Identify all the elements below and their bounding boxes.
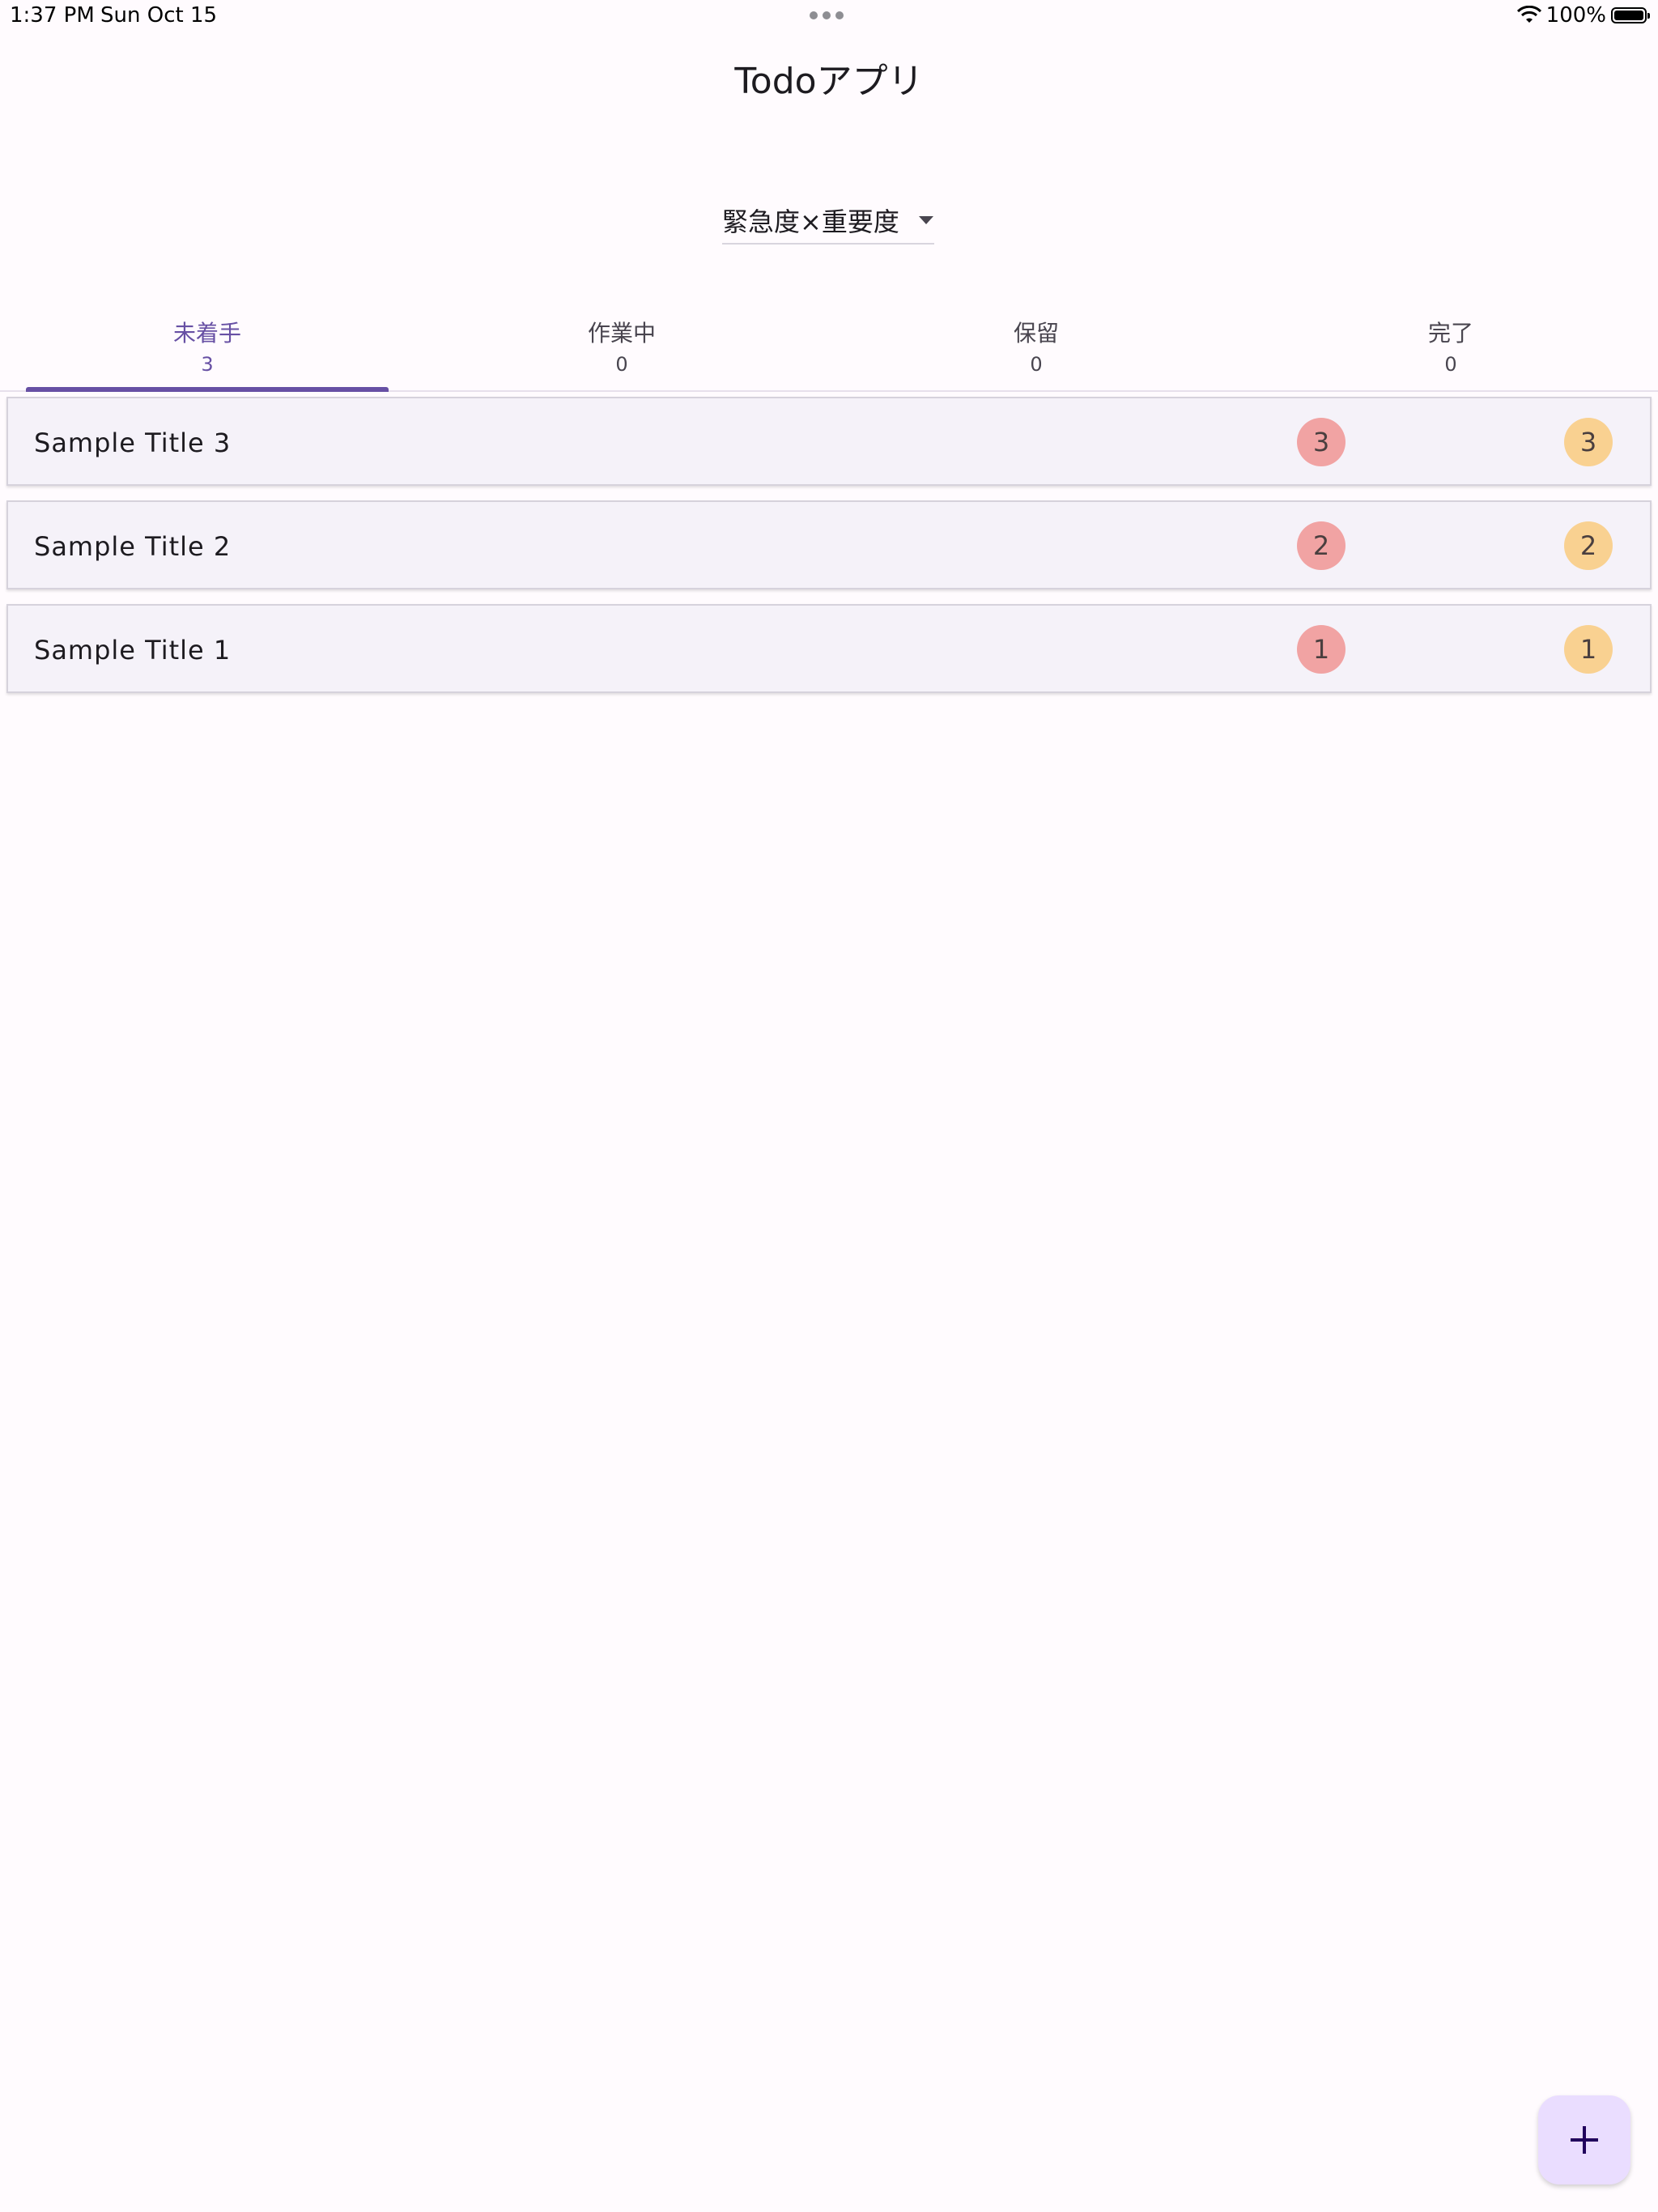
status-bar: 1:37 PM Sun Oct 15 100% xyxy=(0,0,1658,32)
todo-title: Sample Title 3 xyxy=(34,428,232,458)
todo-title: Sample Title 2 xyxy=(34,531,232,562)
add-todo-button[interactable] xyxy=(1538,2095,1630,2184)
tab-label: 完了 xyxy=(1427,320,1473,347)
tab-count: 0 xyxy=(615,353,628,376)
todo-title: Sample Title 1 xyxy=(34,635,232,666)
todo-list: Sample Title 3 3 3 Sample Title 2 2 2 Sa… xyxy=(6,397,1652,708)
sort-dropdown-value: 緊急度×重要度 xyxy=(722,206,899,237)
tab-label: 作業中 xyxy=(587,320,656,347)
dropdown-arrow-icon xyxy=(918,216,933,224)
urgency-badge: 2 xyxy=(1297,521,1346,570)
tab-in-progress[interactable]: 作業中 0 xyxy=(414,308,829,390)
multitasking-dots-icon[interactable] xyxy=(810,11,844,19)
todo-item[interactable]: Sample Title 3 3 3 xyxy=(6,397,1652,486)
status-date: Sun Oct 15 xyxy=(100,3,218,28)
status-right: 100% xyxy=(1516,3,1650,28)
tab-done[interactable]: 完了 0 xyxy=(1244,308,1658,390)
tab-count: 0 xyxy=(1444,353,1457,376)
status-tabs: 未着手 3 作業中 0 保留 0 完了 0 xyxy=(0,308,1658,392)
battery-percent: 100% xyxy=(1545,3,1606,28)
urgency-badge: 1 xyxy=(1297,625,1346,674)
page-title: Todoアプリ xyxy=(734,61,924,102)
urgency-badge: 3 xyxy=(1297,418,1346,466)
tab-label: 保留 xyxy=(1013,320,1059,347)
wifi-icon xyxy=(1516,6,1541,23)
todo-item[interactable]: Sample Title 2 2 2 xyxy=(6,500,1652,589)
status-time: 1:37 PM xyxy=(10,3,95,28)
tab-count: 3 xyxy=(201,353,214,376)
tab-indicator xyxy=(26,387,389,392)
tab-label: 未着手 xyxy=(172,320,241,347)
tab-on-hold[interactable]: 保留 0 xyxy=(829,308,1244,390)
tab-not-started[interactable]: 未着手 3 xyxy=(0,308,414,392)
plus-icon xyxy=(1571,2126,1598,2154)
tab-count: 0 xyxy=(1030,353,1043,376)
importance-badge: 2 xyxy=(1564,521,1613,570)
importance-badge: 3 xyxy=(1564,418,1613,466)
todo-item[interactable]: Sample Title 1 1 1 xyxy=(6,604,1652,693)
importance-badge: 1 xyxy=(1564,625,1613,674)
sort-dropdown[interactable]: 緊急度×重要度 xyxy=(722,198,934,245)
battery-icon xyxy=(1611,7,1650,23)
